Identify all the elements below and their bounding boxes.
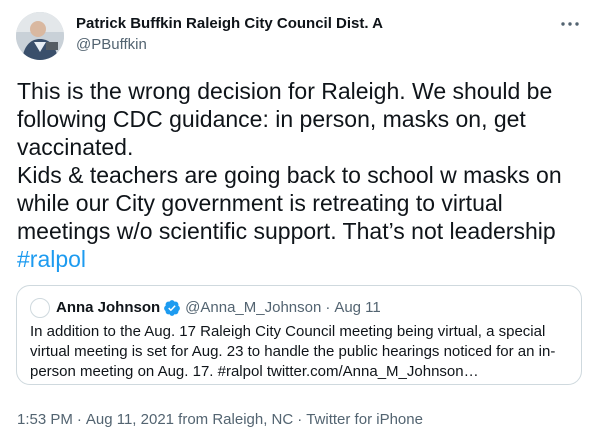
- more-options-button[interactable]: [558, 14, 582, 34]
- quoted-tweet-line: In addition to the Aug. 17 Raleigh City …: [30, 323, 546, 340]
- avatar-image: [16, 12, 64, 60]
- verified-badge-icon: [163, 299, 181, 317]
- quoted-tweet-header: Anna Johnson @Anna_M_Johnson · Aug 11: [30, 298, 381, 318]
- separator-dot: ·: [325, 299, 331, 316]
- tweet-line: meetings w/o scientific support. That’s …: [17, 218, 556, 244]
- tweet-line: Kids & teachers are going back to school…: [17, 162, 562, 188]
- hashtag-link[interactable]: #ralpol: [17, 246, 86, 272]
- tweet-line: while our City government is retreating …: [17, 190, 503, 216]
- quoted-tweet-line: virtual meeting is set for Aug. 23 to ha…: [30, 343, 556, 360]
- tweet-line: following CDC guidance: in person, masks…: [17, 106, 526, 132]
- tweet-line: vaccinated.: [17, 134, 134, 160]
- quoted-tweet-line: person meeting on Aug. 17. #ralpol twitt…: [30, 363, 479, 380]
- author-avatar[interactable]: [16, 12, 64, 60]
- separator-dot: ·: [297, 411, 303, 428]
- author-name[interactable]: Patrick Buffkin Raleigh City Council Dis…: [76, 14, 383, 34]
- author-handle[interactable]: @PBuffkin: [76, 35, 383, 55]
- quoted-tweet[interactable]: Anna Johnson @Anna_M_Johnson · Aug 11 In…: [16, 285, 582, 385]
- tweet-text: This is the wrong decision for Raleigh. …: [17, 77, 585, 273]
- tweet-time[interactable]: 1:53 PM: [17, 411, 73, 428]
- tweet-date-location[interactable]: Aug 11, 2021 from Raleigh, NC: [86, 411, 293, 428]
- tweet-card: Patrick Buffkin Raleigh City Council Dis…: [0, 0, 598, 448]
- tweet-source[interactable]: Twitter for iPhone: [306, 411, 423, 428]
- quoted-author-avatar[interactable]: [30, 298, 50, 318]
- quoted-tweet-date[interactable]: Aug 11: [334, 298, 380, 318]
- quoted-tweet-text: In addition to the Aug. 17 Raleigh City …: [30, 322, 570, 382]
- separator-dot: ·: [76, 411, 82, 428]
- quoted-author-name[interactable]: Anna Johnson: [56, 298, 160, 318]
- quoted-author-handle[interactable]: @Anna_M_Johnson: [185, 298, 321, 318]
- tweet-line: This is the wrong decision for Raleigh. …: [17, 78, 553, 104]
- tweet-metadata: 1:53 PM · Aug 11, 2021 from Raleigh, NC · Tw…: [17, 410, 423, 430]
- more-dots-icon: [561, 22, 579, 26]
- author-info: Patrick Buffkin Raleigh City Council Dis…: [76, 14, 383, 55]
